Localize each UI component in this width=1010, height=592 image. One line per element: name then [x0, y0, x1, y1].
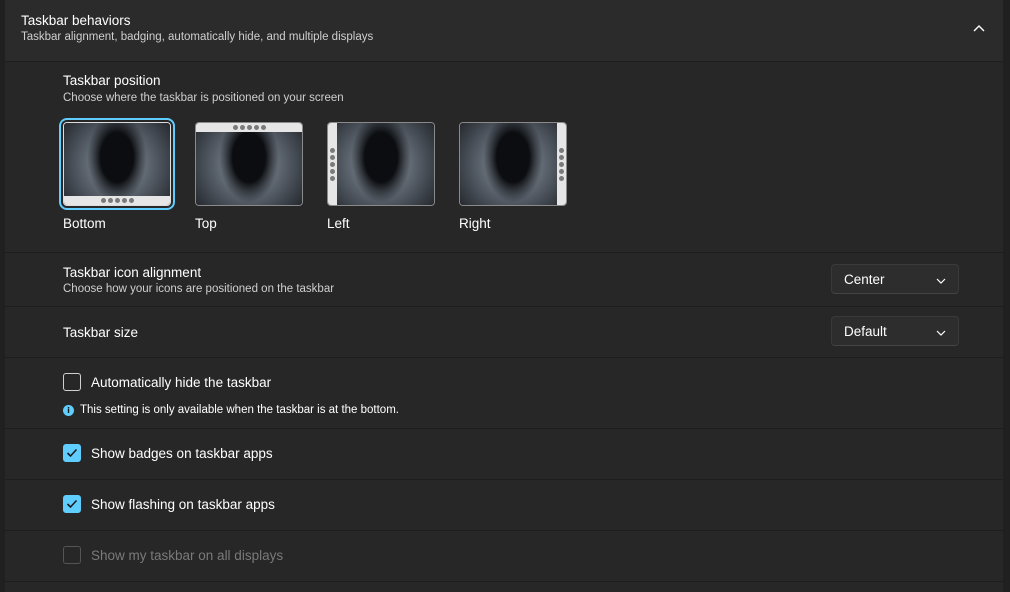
wallpaper-image	[64, 123, 170, 205]
position-thumbnail-top	[195, 122, 303, 206]
badges-checkbox-row[interactable]: Show badges on taskbar apps	[63, 444, 273, 462]
checkbox-label: Automatically hide the taskbar	[91, 374, 272, 390]
auto-hide-checkbox[interactable]	[63, 373, 81, 391]
badges-checkbox[interactable]	[63, 444, 81, 462]
taskbar-position-subtitle: Choose where the taskbar is positioned o…	[63, 92, 344, 104]
icon-alignment-title: Taskbar icon alignment	[63, 265, 202, 280]
chevron-up-icon[interactable]	[969, 18, 989, 38]
position-option-bottom[interactable]: Bottom	[59, 118, 175, 231]
taskbar-preview	[196, 123, 302, 132]
wallpaper-image	[196, 123, 302, 205]
position-label: Top	[195, 216, 217, 231]
flashing-checkbox[interactable]	[63, 495, 81, 513]
taskbar-preview	[328, 123, 337, 205]
info-text: This setting is only available when the …	[80, 404, 399, 416]
position-label: Right	[459, 216, 491, 231]
next-row	[5, 582, 1003, 592]
position-thumbnail-right	[459, 122, 567, 206]
flashing-checkbox-row[interactable]: Show flashing on taskbar apps	[63, 495, 275, 513]
position-label: Left	[327, 216, 350, 231]
taskbar-preview	[557, 123, 566, 205]
chevron-down-icon	[936, 273, 946, 291]
auto-hide-row	[5, 358, 1003, 429]
wallpaper-image	[460, 123, 566, 205]
taskbar-size-row: Taskbar size Default	[5, 307, 1003, 358]
icon-alignment-dropdown[interactable]: Center	[831, 264, 959, 294]
checkbox-label: Show flashing on taskbar apps	[91, 496, 275, 512]
checkmark-icon	[66, 499, 78, 509]
all-displays-checkbox-row: Show my taskbar on all displays	[63, 546, 283, 564]
taskbar-icon-alignment-row: Taskbar icon alignment Choose how your i…	[5, 253, 1003, 307]
auto-hide-info: i This setting is only available when th…	[63, 404, 399, 416]
checkmark-icon	[66, 448, 78, 458]
position-option-left[interactable]: Left	[327, 122, 435, 231]
info-icon: i	[63, 404, 74, 416]
position-option-right[interactable]: Right	[459, 122, 567, 231]
taskbar-size-title: Taskbar size	[63, 325, 139, 340]
position-thumbnail-bottom	[59, 118, 175, 210]
all-displays-checkbox	[63, 546, 81, 564]
section-title: Taskbar behaviors	[21, 13, 131, 28]
position-option-top[interactable]: Top	[195, 122, 303, 231]
taskbar-size-dropdown[interactable]: Default	[831, 316, 959, 346]
section-subtitle: Taskbar alignment, badging, automaticall…	[21, 31, 374, 43]
chevron-down-icon	[936, 325, 946, 343]
checkbox-label: Show my taskbar on all displays	[91, 547, 284, 563]
dropdown-value: Center	[844, 272, 885, 287]
taskbar-position-title: Taskbar position	[63, 73, 161, 88]
taskbar-behaviors-panel: Taskbar behaviors Taskbar alignment, bad…	[5, 0, 1003, 592]
taskbar-preview	[64, 196, 170, 205]
position-thumbnail-left	[327, 122, 435, 206]
icon-alignment-subtitle: Choose how your icons are positioned on …	[63, 283, 335, 295]
dropdown-value: Default	[844, 324, 887, 339]
taskbar-behaviors-header[interactable]: Taskbar behaviors Taskbar alignment, bad…	[5, 0, 1003, 62]
checkbox-label: Show badges on taskbar apps	[91, 445, 273, 461]
auto-hide-checkbox-row[interactable]: Automatically hide the taskbar	[63, 373, 271, 391]
position-label: Bottom	[63, 216, 106, 231]
wallpaper-image	[328, 123, 434, 205]
